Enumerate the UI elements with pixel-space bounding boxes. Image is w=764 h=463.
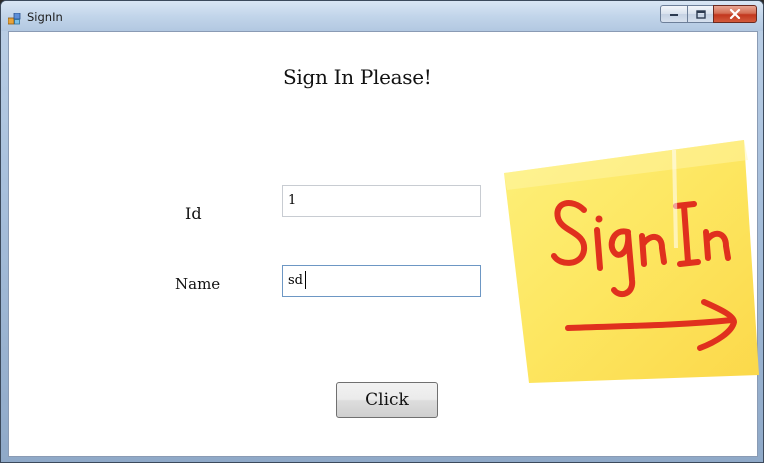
text-cursor	[305, 271, 306, 289]
form-client-area: Sign In Please! Id 1 Name sd Click	[8, 31, 759, 457]
window-title: SignIn	[27, 10, 63, 24]
name-label: Name	[175, 275, 221, 293]
id-label: Id	[185, 204, 202, 223]
signin-window: SignIn Sign In Please! Id 1 Name sd Clic…	[0, 0, 764, 463]
minimize-icon	[670, 14, 678, 16]
page-title: Sign In Please!	[283, 65, 432, 89]
maximize-button[interactable]	[687, 5, 713, 23]
maximize-icon	[695, 9, 706, 19]
minimize-button[interactable]	[660, 5, 687, 23]
title-bar[interactable]: SignIn	[1, 1, 763, 31]
name-input[interactable]: sd	[282, 265, 481, 297]
window-controls	[660, 5, 757, 24]
id-input[interactable]: 1	[282, 185, 481, 217]
click-button[interactable]: Click	[336, 382, 438, 418]
app-icon	[7, 10, 21, 25]
close-icon	[729, 9, 741, 19]
sign-in-sticky-note-image	[504, 140, 759, 383]
close-button[interactable]	[713, 5, 757, 23]
